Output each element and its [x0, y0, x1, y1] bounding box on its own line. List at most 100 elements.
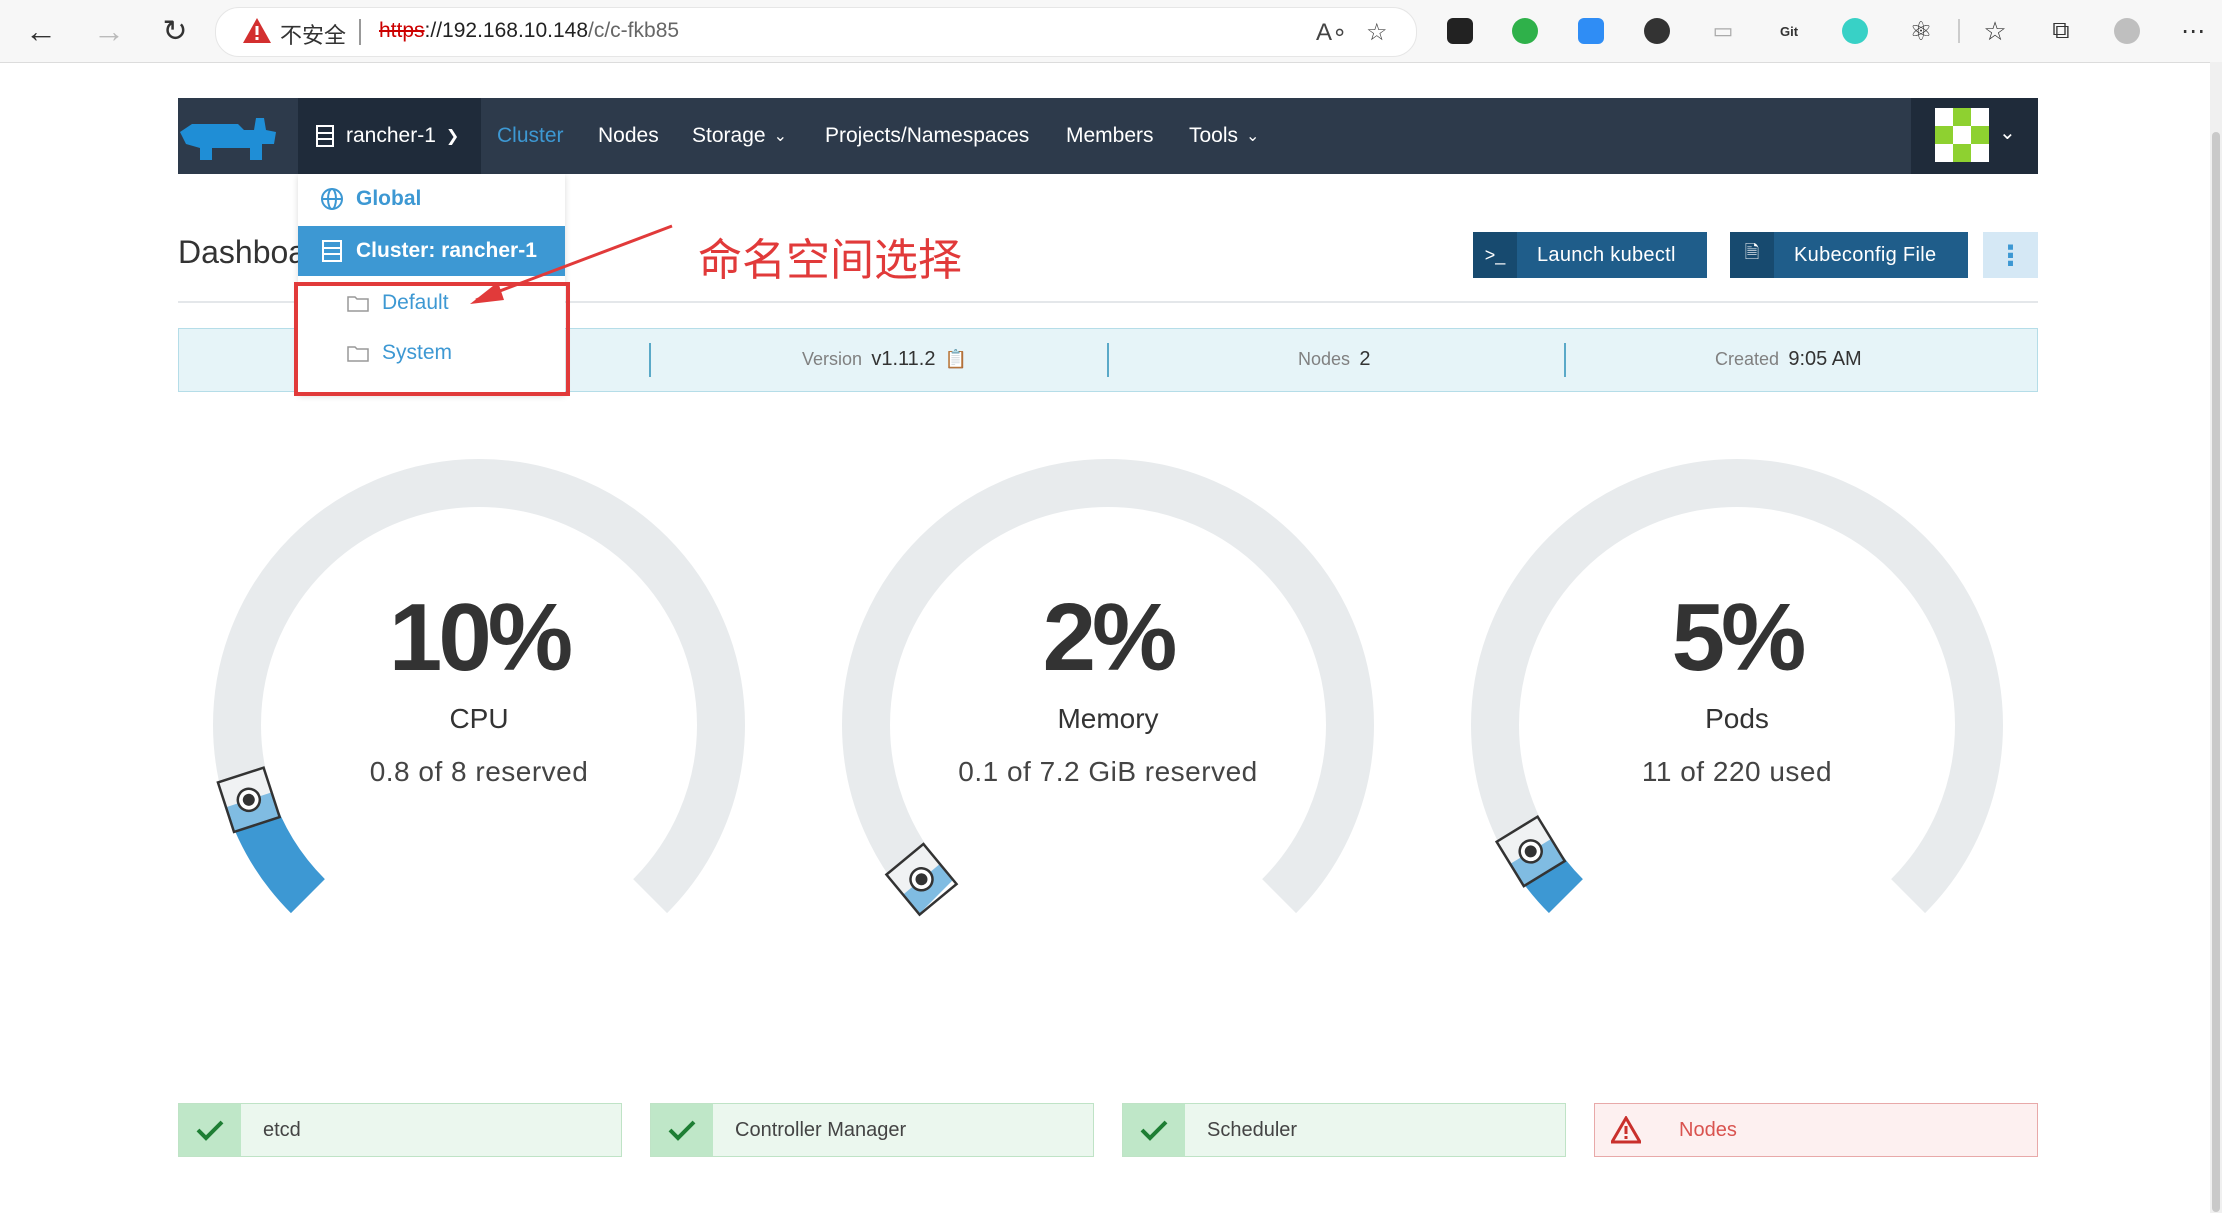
browser-toolbar: ← → ↻ 不安全 https://192.168.10.148/c/c-fkb…	[0, 0, 2222, 63]
nav-label: Cluster	[497, 124, 564, 147]
gauge-detail: 0.8 of 8 reserved	[369, 756, 589, 787]
add-favorite-icon[interactable]: ☆	[1366, 18, 1388, 47]
extension-icon[interactable]	[1443, 14, 1477, 48]
scrollbar[interactable]	[2210, 62, 2222, 1213]
gauge-label: Memory	[1057, 703, 1159, 734]
extension-icon[interactable]	[1640, 14, 1674, 48]
gauge-percent: 5%	[1671, 584, 1807, 691]
memory-gauge: 2% Memory 0.1 of 7.2 GiB reserved	[828, 458, 1388, 938]
chevron-down-icon: ⌄	[1999, 122, 2016, 144]
gauge-percent: 2%	[1042, 584, 1178, 691]
nav-members[interactable]: Members	[1066, 98, 1154, 174]
url-host: ://192.168.10.148	[424, 19, 589, 42]
launch-kubectl-label: Launch kubectl	[1537, 243, 1676, 266]
nav-label: Members	[1066, 124, 1154, 147]
avatar	[1935, 108, 1989, 162]
read-aloud-icon[interactable]: A∘	[1316, 18, 1347, 47]
kebab-icon: ⋮	[1996, 239, 2025, 271]
status-label: Controller Manager	[735, 1118, 907, 1141]
pods-gauge: 5% Pods 11 of 220 used	[1457, 458, 2017, 938]
more-icon[interactable]: ⋯	[2176, 14, 2210, 48]
chevron-down-icon: ⌄	[773, 128, 787, 145]
nodes-label: Nodes	[1298, 349, 1351, 369]
nav-label: Nodes	[598, 124, 659, 147]
address-separator	[359, 19, 361, 45]
copy-icon[interactable]: 📋	[945, 349, 967, 369]
version-label: Version	[802, 349, 863, 369]
nav-nodes[interactable]: Nodes	[598, 98, 659, 174]
extension-icon[interactable]	[1574, 14, 1608, 48]
rancher-logo[interactable]	[178, 110, 278, 166]
nav-label: Projects/Namespaces	[825, 124, 1030, 147]
status-label: Nodes	[1679, 1118, 1737, 1141]
nav-storage[interactable]: Storage ⌄	[692, 98, 787, 174]
status-controller-manager: Controller Manager	[650, 1103, 1094, 1157]
check-icon	[1123, 1104, 1185, 1156]
more-actions-button[interactable]: ⋮	[1983, 232, 2038, 278]
info-divider	[1107, 343, 1109, 377]
status-etcd: etcd	[178, 1103, 622, 1157]
gauge-label: CPU	[449, 703, 509, 734]
extension-icon[interactable]: ▭	[1706, 14, 1740, 48]
terminal-icon: >_	[1473, 232, 1517, 278]
info-divider	[1564, 343, 1566, 377]
gauge-detail: 11 of 220 used	[1641, 756, 1833, 787]
nav-tools[interactable]: Tools ⌄	[1189, 98, 1259, 174]
gauge-detail: 0.1 of 7.2 GiB reserved	[958, 756, 1258, 787]
cluster-switcher[interactable]: rancher-1 ❯	[298, 98, 481, 174]
version-info: Version v1.11.2 📋	[802, 348, 967, 371]
status-scheduler: Scheduler	[1122, 1103, 1566, 1157]
gauge-label: Pods	[1705, 703, 1769, 734]
kubeconfig-file-button[interactable]: 🗎 Kubeconfig File	[1730, 232, 1968, 278]
nav-projects-namespaces[interactable]: Projects/Namespaces	[825, 98, 1029, 174]
annotation-arrow	[470, 224, 673, 304]
extension-icon[interactable]	[1838, 14, 1872, 48]
created-label: Created	[1715, 349, 1780, 369]
chevron-down-icon: ⌄	[1246, 128, 1260, 145]
nav-cluster[interactable]: Cluster	[497, 98, 564, 174]
url-text[interactable]: https://192.168.10.148/c/c-fkb85	[379, 19, 679, 43]
file-icon: 🗎	[1730, 232, 1774, 278]
menu-item-global[interactable]: Global	[298, 174, 565, 224]
gauge-arc	[1471, 458, 2003, 914]
nav-label: Tools	[1189, 124, 1239, 147]
status-nodes: Nodes	[1594, 1103, 2038, 1157]
refresh-icon[interactable]: ↻	[156, 12, 194, 50]
user-menu[interactable]: ⌄	[1911, 98, 2038, 174]
profile-icon[interactable]	[2110, 14, 2144, 48]
extensions-icon[interactable]: ⚛	[1904, 14, 1938, 48]
forward-icon[interactable]: →	[90, 12, 128, 50]
created-value: 9:05 AM	[1788, 348, 1862, 370]
gauge-arc	[213, 458, 745, 914]
launch-kubectl-button[interactable]: >_ Launch kubectl	[1473, 232, 1707, 278]
nodes-info: Nodes 2	[1298, 348, 1370, 371]
nav-label: Storage	[692, 124, 766, 147]
nodes-value: 2	[1359, 348, 1371, 370]
kubeconfig-label: Kubeconfig File	[1794, 243, 1937, 266]
alert-icon	[1595, 1104, 1657, 1156]
server-icon	[322, 240, 342, 262]
extension-icon[interactable]	[1508, 14, 1542, 48]
gauge-arc	[842, 458, 1374, 917]
insecure-label: 不安全	[280, 24, 347, 49]
back-icon[interactable]: ←	[22, 12, 60, 50]
collections-icon[interactable]: ⧉	[2044, 14, 2078, 48]
check-icon	[179, 1104, 241, 1156]
address-bar[interactable]: 不安全 https://192.168.10.148/c/c-fkb85 A∘ …	[215, 7, 1417, 57]
favorites-icon[interactable]: ☆	[1978, 14, 2012, 48]
chevron-down-icon: ❯	[445, 128, 460, 145]
warning-icon	[243, 18, 271, 43]
server-icon	[316, 125, 334, 147]
url-path: /c/c-fkb85	[588, 19, 680, 42]
status-label: Scheduler	[1207, 1118, 1298, 1141]
scrollbar-thumb[interactable]	[2212, 132, 2220, 1212]
globe-icon	[321, 188, 343, 210]
cluster-name: rancher-1	[346, 124, 436, 147]
status-label: etcd	[263, 1118, 301, 1141]
git-zip-icon[interactable]: Git	[1772, 14, 1806, 48]
gauge-percent: 10%	[388, 584, 573, 691]
annotation-text: 命名空间选择	[698, 235, 962, 286]
url-scheme: https	[379, 19, 425, 42]
info-divider	[649, 343, 651, 377]
check-icon	[651, 1104, 713, 1156]
